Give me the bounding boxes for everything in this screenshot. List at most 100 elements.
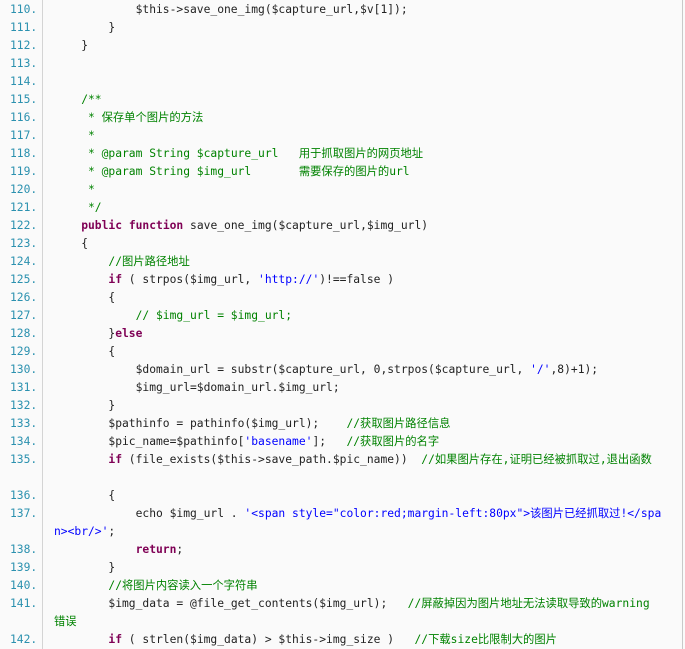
string-token: '<span style="color:red;margin-left:80px… (244, 507, 662, 520)
code-text: if (file_exists($this->save_path.$pic_na… (108, 451, 651, 469)
code-token: $this->save_one_img($capture_url,$v[1]); (135, 3, 408, 16)
line-number: 133. (10, 417, 38, 430)
code-token: $pic_name=$pathinfo[ (108, 435, 245, 448)
code-text: * @param String $capture_url 用于抓取图片的网页地址 (81, 145, 423, 163)
code-text: $pathinfo = pathinfo($img_url); //获取图片路径… (108, 415, 450, 433)
keyword-token: if (108, 633, 122, 646)
code-text: /** (81, 91, 101, 109)
line-number: 120. (10, 183, 38, 196)
comment-token: //下载size比限制大的图片 (414, 633, 557, 646)
code-token: ]; (312, 435, 347, 448)
code-text: } (108, 19, 115, 37)
code-token: ; (108, 525, 116, 538)
line-number: 110. (10, 3, 38, 16)
line-number: 130. (10, 363, 38, 376)
line-number: 123. (10, 237, 38, 250)
code-token: $domain_url = substr($capture_url, 0,str… (135, 363, 531, 376)
line-number: 141. (10, 597, 38, 610)
code-token: echo $img_url . (135, 507, 245, 520)
code-text: * 保存单个图片的方法 (81, 109, 203, 127)
code-text: 错误 (54, 613, 77, 631)
code-text: n><br/>'; (54, 523, 115, 541)
code-view: 110. $this->save_one_img($capture_url,$v[… (0, 0, 683, 649)
code-text: * (81, 127, 95, 145)
code-text: //将图片内容读入一个字符串 (108, 577, 257, 595)
line-number: 124. (10, 255, 38, 268)
code-token: ,8)+1); (550, 363, 599, 376)
line-number: 139. (10, 561, 38, 574)
line-number: 142. (10, 633, 38, 646)
line-number: 138. (10, 543, 38, 556)
code-text: { (108, 289, 115, 307)
code-token: { (81, 237, 88, 250)
line-number: 112. (10, 39, 38, 52)
string-token: 'http://' (258, 273, 320, 286)
line-number: 140. (10, 579, 38, 592)
code-token: { (108, 345, 116, 358)
line-number: 136. (10, 489, 38, 502)
code-token: ; (176, 543, 184, 556)
comment-token: * @param String $capture_url 用于抓取图片的网页地址 (81, 147, 424, 160)
comment-token: // $img_url = $img_url; (135, 309, 293, 322)
line-number: 115. (10, 93, 38, 106)
code-token: { (108, 489, 116, 502)
code-token: $img_url=$domain_url.$img_url; (135, 381, 340, 394)
keyword-token: public (81, 219, 122, 232)
string-token: n><br/>' (54, 525, 109, 538)
code-text: // $img_url = $img_url; (136, 307, 292, 325)
code-token: ( strlen($img_data) > $this->img_size ) (122, 633, 415, 646)
code-text: $img_url=$domain_url.$img_url; (136, 379, 340, 397)
code-text: */ (81, 199, 102, 217)
code-token: { (108, 291, 116, 304)
line-number: 122. (10, 219, 38, 232)
line-number: 121. (10, 201, 38, 214)
code-text: $img_data = @file_get_contents($img_url)… (108, 595, 649, 613)
keyword-token: return (135, 543, 177, 556)
code-token: save_one_img($capture_url,$img_url) (183, 219, 429, 232)
line-number: 128. (10, 327, 38, 340)
line-number: 113. (10, 57, 38, 70)
comment-token: //将图片内容读入一个字符串 (108, 579, 258, 592)
code-text: public function save_one_img($capture_ur… (81, 217, 428, 235)
keyword-token: if (108, 453, 122, 466)
comment-token: * @param String $img_url 需要保存的图片的url (81, 165, 410, 178)
comment-token: //图片路径地址 (108, 255, 190, 268)
code-text: * (81, 181, 95, 199)
code-token: (file_exists($this->save_path.$pic_name)… (122, 453, 422, 466)
code-text: { (108, 487, 115, 505)
comment-token: /** (81, 93, 102, 106)
gutter-divider (42, 0, 43, 649)
comment-token: */ (81, 201, 102, 214)
comment-token: 错误 (54, 615, 77, 628)
line-number: 137. (10, 507, 38, 520)
code-text: $pic_name=$pathinfo['basename']; //获取图片的… (108, 433, 439, 451)
string-token: 'basename' (244, 435, 313, 448)
code-token: $pathinfo = pathinfo($img_url); (108, 417, 347, 430)
line-number: 116. (10, 111, 38, 124)
code-token: } (108, 399, 116, 412)
line-number: 135. (10, 453, 38, 466)
code-text: $domain_url = substr($capture_url, 0,str… (136, 361, 599, 379)
string-token: '/' (530, 363, 551, 376)
code-text: //图片路径地址 (108, 253, 189, 271)
line-number: 131. (10, 381, 38, 394)
code-token: ( strpos($img_url, (122, 273, 259, 286)
comment-token: //获取图片的名字 (346, 435, 440, 448)
code-token: } (81, 39, 88, 52)
code-token: } (108, 561, 116, 574)
line-number: 125. (10, 273, 38, 286)
line-number: 118. (10, 147, 38, 160)
code-text: $this->save_one_img($capture_url,$v[1]); (136, 1, 408, 19)
code-text: { (108, 343, 115, 361)
code-token: } (108, 21, 116, 34)
line-number: 126. (10, 291, 38, 304)
comment-token: * (81, 183, 95, 196)
line-number: 111. (10, 21, 38, 34)
line-number: 114. (10, 75, 38, 88)
comment-token: //获取图片路径信息 (346, 417, 451, 430)
comment-token: * 保存单个图片的方法 (81, 111, 204, 124)
line-number: 132. (10, 399, 38, 412)
line-number: 134. (10, 435, 38, 448)
code-text: * @param String $img_url 需要保存的图片的url (81, 163, 410, 181)
